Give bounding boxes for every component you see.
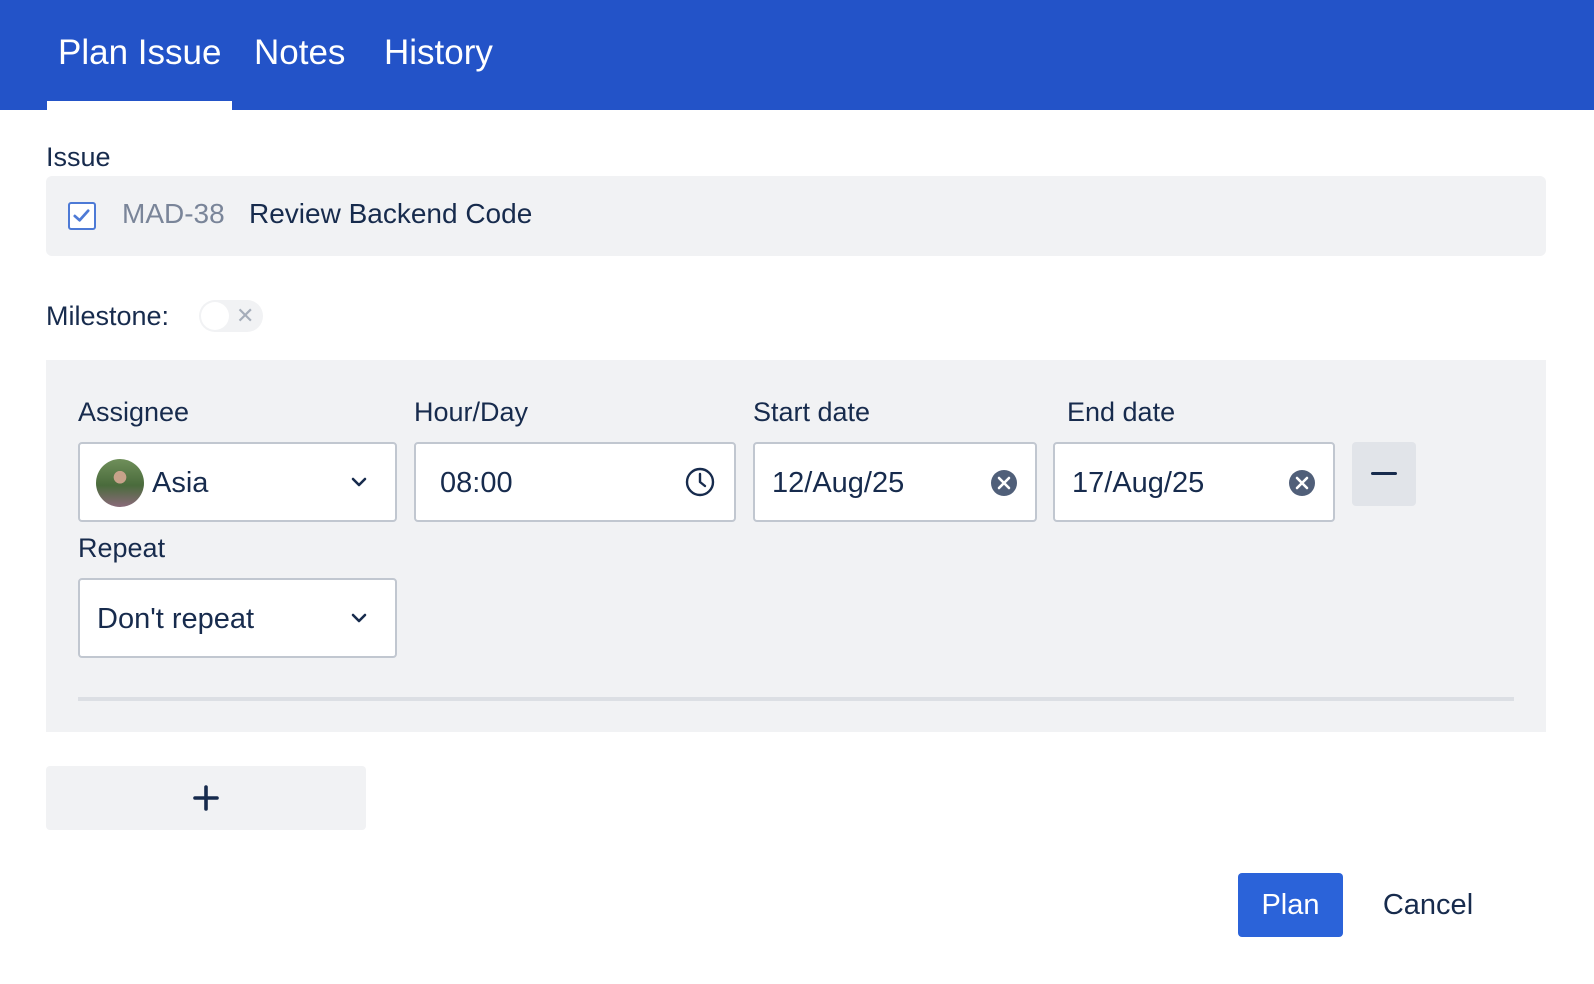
tab-label: Plan Issue xyxy=(58,33,222,72)
end-date-field[interactable]: 17/Aug/25 xyxy=(1053,442,1335,522)
end-date-label: End date xyxy=(1067,397,1176,427)
issue-card: MAD-38 Review Backend Code xyxy=(46,176,1546,256)
assignee-label: Assignee xyxy=(78,397,190,427)
issue-title: Review Backend Code xyxy=(249,198,533,229)
toggle-knob xyxy=(201,302,229,330)
divider xyxy=(78,697,1514,701)
assignment-panel: Assignee Hour/Day Start date End date As… xyxy=(46,360,1546,732)
remove-row-button[interactable] xyxy=(1352,442,1416,506)
milestone-toggle[interactable]: ✕ xyxy=(199,300,263,332)
avatar xyxy=(96,459,144,507)
clear-icon[interactable] xyxy=(990,469,1018,502)
issue-label: Issue xyxy=(46,142,111,172)
close-icon: ✕ xyxy=(236,303,255,328)
clear-icon[interactable] xyxy=(1288,469,1316,502)
chevron-down-icon xyxy=(347,606,371,635)
tab-label: Notes xyxy=(254,33,346,72)
plan-button[interactable]: Plan xyxy=(1238,873,1343,937)
repeat-value: Don't repeat xyxy=(97,603,255,635)
tab-plan-issue[interactable]: Plan Issue xyxy=(47,30,233,110)
tab-label: History xyxy=(384,33,493,72)
hours-input[interactable]: 08:00 xyxy=(414,442,736,522)
end-date-value: 17/Aug/25 xyxy=(1072,467,1205,499)
assignee-select[interactable]: Asia xyxy=(78,442,397,522)
start-date-field[interactable]: 12/Aug/25 xyxy=(753,442,1037,522)
assignee-value: Asia xyxy=(152,467,209,499)
plus-icon xyxy=(192,784,220,817)
repeat-select[interactable]: Don't repeat xyxy=(78,578,397,658)
hours-label: Hour/Day xyxy=(414,397,529,427)
start-date-label: Start date xyxy=(753,397,871,427)
cancel-button[interactable]: Cancel xyxy=(1368,873,1488,937)
checkbox-icon xyxy=(68,202,96,230)
chevron-down-icon xyxy=(347,470,371,499)
tab-notes[interactable]: Notes xyxy=(243,30,356,110)
clock-icon[interactable] xyxy=(684,466,716,503)
add-row-button[interactable] xyxy=(46,766,366,830)
issue-key: MAD-38 xyxy=(122,198,225,229)
tab-history[interactable]: History xyxy=(373,30,504,110)
start-date-value: 12/Aug/25 xyxy=(772,467,905,499)
tab-bar: Plan Issue Notes History xyxy=(0,0,1594,110)
hours-value: 08:00 xyxy=(440,467,513,499)
repeat-label: Repeat xyxy=(78,533,166,563)
milestone-label: Milestone: xyxy=(46,301,170,331)
